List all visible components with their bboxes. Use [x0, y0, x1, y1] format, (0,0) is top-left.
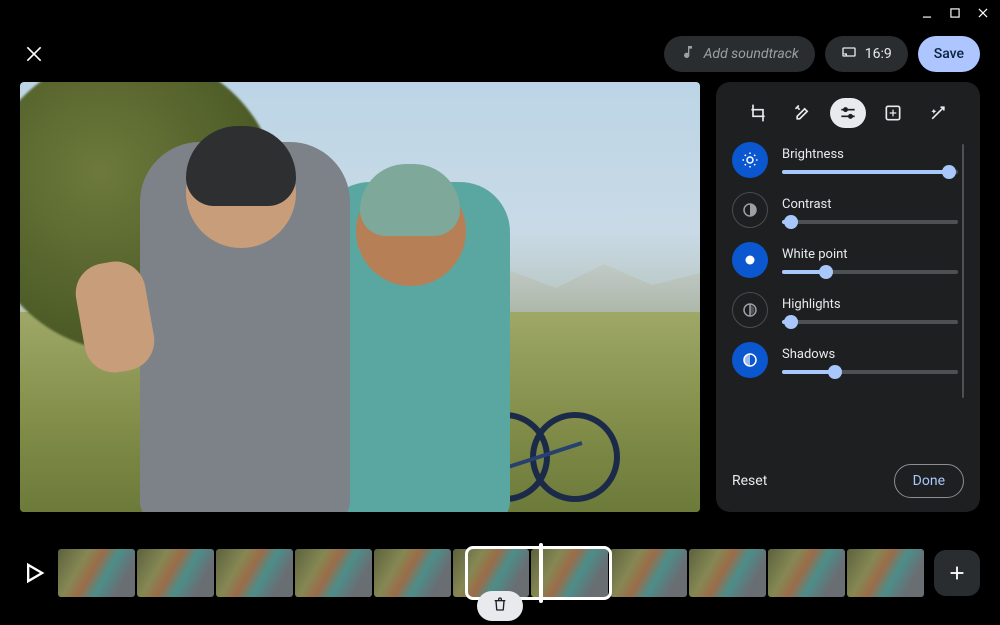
soundtrack-label: Add soundtrack — [704, 46, 799, 62]
clip-thumb[interactable] — [295, 549, 372, 597]
contrast-slider[interactable] — [782, 220, 958, 224]
white-point-label: White point — [782, 247, 958, 262]
sliders-list: Brightness Contrast White point — [732, 142, 964, 452]
slider-white-point: White point — [732, 242, 958, 278]
reset-button[interactable]: Reset — [732, 473, 767, 489]
minimize-icon[interactable] — [920, 6, 934, 20]
brightness-icon[interactable] — [732, 142, 768, 178]
clip-thumb[interactable] — [689, 549, 766, 597]
tab-magic[interactable] — [920, 98, 956, 128]
shadows-slider[interactable] — [782, 370, 958, 374]
aspect-ratio-icon — [841, 44, 857, 64]
top-toolbar: Add soundtrack 16:9 Save — [0, 34, 1000, 74]
highlights-icon[interactable] — [732, 292, 768, 328]
app-window: Add soundtrack 16:9 Save — [0, 0, 1000, 625]
tab-crop[interactable] — [740, 98, 776, 128]
clip-thumb[interactable] — [768, 549, 845, 597]
window-close-icon[interactable] — [976, 6, 990, 20]
window-controls — [920, 6, 990, 20]
white-point-icon[interactable] — [732, 242, 768, 278]
add-clip-button[interactable] — [934, 550, 980, 596]
highlights-slider[interactable] — [782, 320, 958, 324]
clip-thumb[interactable] — [216, 549, 293, 597]
save-button[interactable]: Save — [918, 36, 980, 72]
save-label: Save — [934, 46, 964, 62]
clip-thumb[interactable] — [847, 549, 924, 597]
white-point-slider[interactable] — [782, 270, 958, 274]
tab-adjust[interactable] — [830, 98, 866, 128]
playhead[interactable] — [539, 543, 543, 603]
highlights-label: Highlights — [782, 297, 958, 312]
shadows-icon[interactable] — [732, 342, 768, 378]
brightness-slider[interactable] — [782, 170, 958, 174]
panel-tabs — [732, 96, 964, 142]
contrast-icon[interactable] — [732, 192, 768, 228]
clip-thumb[interactable] — [137, 549, 214, 597]
close-button[interactable] — [20, 40, 48, 68]
clip-thumb[interactable] — [453, 549, 530, 597]
panel-footer: Reset Done — [732, 452, 964, 498]
play-button[interactable] — [20, 559, 48, 587]
clip-thumb[interactable] — [374, 549, 451, 597]
aspect-ratio-label: 16:9 — [865, 46, 892, 62]
contrast-label: Contrast — [782, 197, 958, 212]
scrollbar[interactable] — [962, 144, 964, 398]
brightness-label: Brightness — [782, 147, 958, 162]
done-button[interactable]: Done — [894, 464, 964, 498]
music-note-icon — [680, 44, 696, 64]
adjust-panel: Brightness Contrast White point — [716, 82, 980, 512]
trash-icon — [492, 596, 508, 616]
photo-preview[interactable] — [20, 82, 700, 512]
photo-content — [20, 82, 700, 512]
clip-thumb[interactable] — [531, 549, 608, 597]
slider-shadows: Shadows — [732, 342, 958, 378]
maximize-icon[interactable] — [948, 6, 962, 20]
clip-thumb[interactable] — [610, 549, 687, 597]
clip-thumb[interactable] — [58, 549, 135, 597]
add-soundtrack-button[interactable]: Add soundtrack — [664, 36, 815, 72]
tab-tools[interactable] — [785, 98, 821, 128]
tab-filters[interactable] — [875, 98, 911, 128]
slider-contrast: Contrast — [732, 192, 958, 228]
delete-clip-button[interactable] — [477, 591, 523, 621]
clip-strip[interactable] — [58, 549, 924, 597]
aspect-ratio-button[interactable]: 16:9 — [825, 36, 908, 72]
slider-highlights: Highlights — [732, 292, 958, 328]
shadows-label: Shadows — [782, 347, 958, 362]
slider-brightness: Brightness — [732, 142, 958, 178]
